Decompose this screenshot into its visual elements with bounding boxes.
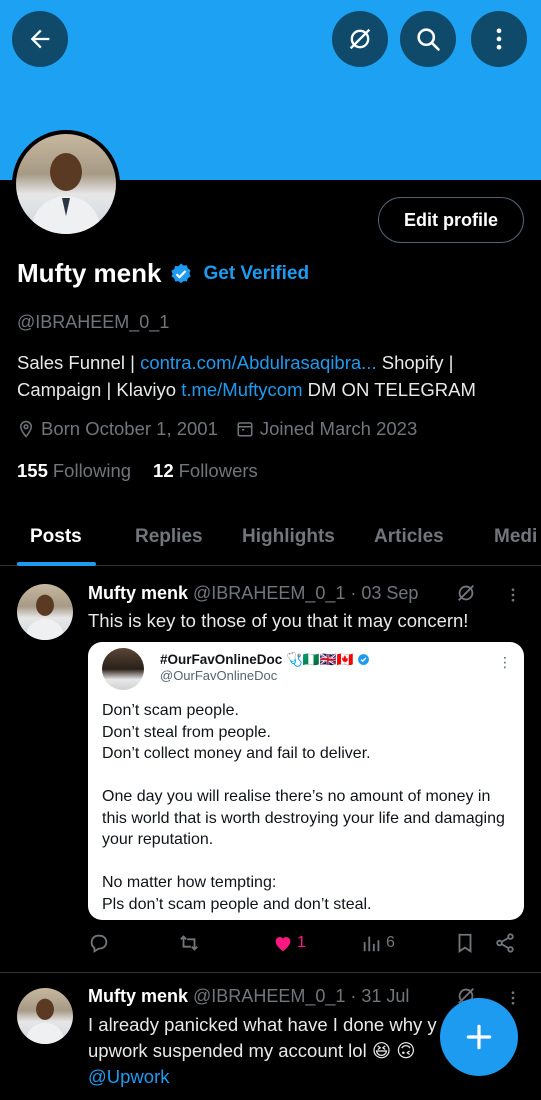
no-grok-icon [349, 28, 371, 50]
views-button[interactable]: 6 [361, 932, 395, 954]
following-label: Following [52, 460, 132, 481]
following-link[interactable]: 155 Following [17, 460, 131, 482]
tab-media[interactable]: Medi [494, 526, 537, 548]
bio-text: DM ON TELEGRAM [302, 379, 476, 400]
quote-name-emojis: 🩺🇳🇬🇬🇧🇨🇦 [286, 652, 354, 667]
tweet-avatar[interactable] [17, 584, 73, 640]
like-count: 1 [297, 934, 306, 951]
quote-body: Don’t scam people. Don’t steal from peopl… [102, 700, 512, 920]
profile-name: Mufty menk [17, 258, 162, 288]
bookmark-button[interactable] [454, 932, 476, 954]
tweet-text-content: I already panicked what have I done why … [88, 1014, 437, 1061]
tweet-divider [0, 972, 541, 973]
bio-link-contra[interactable]: contra.com/Abdulrasaqibra... [140, 352, 377, 373]
edit-profile-button[interactable]: Edit profile [378, 197, 524, 243]
views-chart-icon [363, 936, 380, 952]
search-button[interactable] [400, 11, 456, 67]
view-count: 6 [386, 934, 395, 951]
person-photo-icon [24, 998, 66, 1044]
birth-date: Born October 1, 2001 [17, 418, 218, 440]
quote-line: No matter how tempting: [102, 874, 277, 891]
profile-avatar[interactable] [12, 130, 120, 238]
born-text: Born October 1, 2001 [41, 418, 218, 439]
tweet-header: Mufty menk @IBRAHEEM_0_1 · 03 Sep [88, 583, 418, 604]
quote-line: Don’t steal from people. [102, 723, 271, 741]
tweet-text: This is key to those of you that it may … [88, 610, 469, 631]
bookmark-icon [458, 933, 472, 953]
grok-toggle-button[interactable] [332, 11, 388, 67]
followers-label: Followers [178, 460, 258, 481]
tweet-avatar[interactable] [17, 988, 73, 1044]
repost-icon [180, 935, 198, 951]
mention-link[interactable]: @Upwork [88, 1066, 170, 1087]
bio-link-telegram[interactable]: t.me/Muftycom [181, 379, 302, 400]
followers-link[interactable]: 12 Followers [153, 460, 258, 482]
more-vertical-icon[interactable] [504, 584, 522, 606]
quote-line: Pls don’t scam people and don’t steal. [102, 895, 372, 913]
profile-meta: Born October 1, 2001 Joined March 2023 [17, 418, 435, 440]
joined-text: Joined March 2023 [259, 418, 418, 439]
tab-highlights[interactable]: Highlights [242, 526, 335, 548]
share-button[interactable] [494, 932, 516, 954]
arrow-left-icon [30, 29, 50, 49]
plus-icon [466, 1024, 492, 1050]
more-vertical-icon: ⋮ [498, 654, 512, 670]
compose-button[interactable] [440, 998, 518, 1076]
tweet-author-name[interactable]: Mufty menk [88, 583, 188, 603]
calendar-icon [237, 422, 253, 437]
profile-handle: @IBRAHEEM_0_1 [17, 312, 170, 332]
tab-articles[interactable]: Articles [374, 526, 444, 548]
following-count: 155 [17, 460, 48, 481]
back-button[interactable] [12, 11, 68, 67]
avatar-photo [16, 134, 116, 234]
profile-tabs: Posts Replies Highlights Articles Medi [0, 510, 541, 566]
tweet-meta: @IBRAHEEM_0_1 · 03 Sep [193, 583, 419, 603]
tweet-author-name[interactable]: Mufty menk [88, 986, 188, 1006]
quote-author-name: #OurFavOnlineDoc 🩺🇳🇬🇬🇧🇨🇦 [160, 652, 370, 668]
tab-replies[interactable]: Replies [135, 526, 203, 548]
person-photo-icon [24, 594, 66, 640]
more-vertical-icon[interactable] [504, 987, 522, 1009]
quote-line: Don’t scam people. [102, 702, 239, 719]
tweet-header: Mufty menk @IBRAHEEM_0_1 · 31 Jul [88, 986, 409, 1007]
quote-handle: @OurFavOnlineDoc [160, 668, 278, 683]
tweet-actions: 1 6 [0, 932, 541, 960]
repost-button[interactable] [178, 932, 200, 954]
get-verified-link[interactable]: Get Verified [203, 263, 309, 285]
follow-stats: 155 Following 12 Followers [17, 460, 280, 482]
verified-badge-icon [171, 263, 192, 283]
tweet-meta: @IBRAHEEM_0_1 · 31 Jul [193, 986, 410, 1006]
join-date: Joined March 2023 [236, 418, 417, 440]
verified-badge-icon [358, 654, 369, 665]
more-options-button[interactable] [471, 11, 527, 67]
bio-text: Sales Funnel | [17, 352, 141, 373]
quote-paragraph: One day you will realise there’s no amou… [102, 788, 505, 848]
no-grok-icon[interactable] [455, 582, 477, 604]
reply-icon [90, 934, 108, 953]
tweet-text: I already panicked what have I done why … [88, 1012, 468, 1090]
share-icon [496, 933, 514, 953]
reply-button[interactable] [88, 932, 110, 954]
profile-bio: Sales Funnel | contra.com/Abdulrasaqibra… [17, 349, 527, 403]
like-button[interactable]: 1 [272, 932, 306, 954]
search-icon [417, 28, 440, 51]
more-vertical-icon [496, 28, 502, 50]
person-photo-icon [30, 153, 102, 234]
quote-line: Don’t collect money and fail to deliver. [102, 745, 371, 762]
heart-filled-icon [275, 937, 291, 952]
tab-posts[interactable]: Posts [30, 526, 82, 548]
location-pin-icon [19, 420, 33, 438]
quote-avatar [102, 648, 144, 690]
active-tab-indicator [17, 562, 96, 566]
tweet-image[interactable]: #OurFavOnlineDoc 🩺🇳🇬🇬🇧🇨🇦 @OurFavOnlineDo… [88, 642, 524, 920]
followers-count: 12 [153, 460, 174, 481]
profile-name-row: Mufty menk Get Verified [17, 258, 309, 289]
